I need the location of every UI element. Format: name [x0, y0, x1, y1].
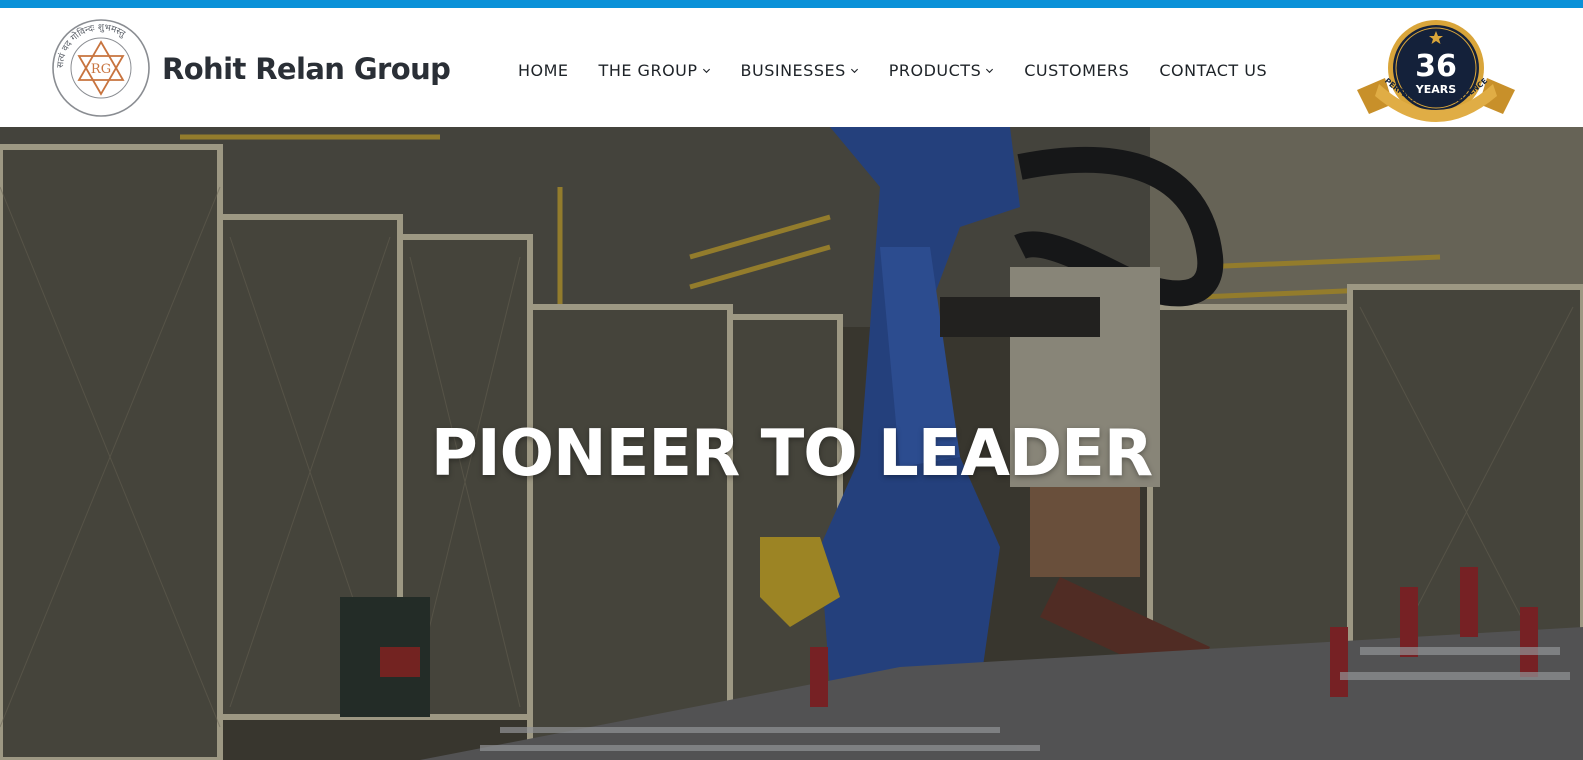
nav-item-contact-us[interactable]: CONTACT US: [1159, 61, 1267, 80]
nav-item-label: PRODUCTS: [888, 60, 982, 80]
badge-number: 36: [1415, 49, 1457, 84]
main-nav: HOME THE GROUP BUSINESSES PRODUCTS CUSTO…: [518, 58, 1267, 82]
top-accent-bar: [0, 0, 1583, 8]
nav-item-label: THE GROUP: [598, 60, 698, 80]
group-logo-seal[interactable]: सत्यं वद गोविन्दः शुभमस्तु RG: [51, 18, 151, 118]
brand-name[interactable]: Rohit Relan Group: [162, 52, 451, 86]
chevron-down-icon: [702, 68, 710, 73]
nav-item-products[interactable]: PRODUCTS: [889, 61, 995, 80]
chevron-down-icon: [986, 68, 994, 73]
nav-item-label: HOME: [518, 60, 569, 80]
chevron-down-icon: [850, 68, 858, 73]
nav-item-the-group[interactable]: THE GROUP: [599, 61, 711, 80]
nav-item-label: CONTACT US: [1159, 60, 1268, 80]
nav-item-label: BUSINESSES: [740, 60, 846, 80]
anniversary-badge: 36 YEARS PERFECTION & EXCELLENCE: [1357, 20, 1515, 122]
nav-item-label: CUSTOMERS: [1024, 60, 1130, 80]
nav-item-home[interactable]: HOME: [518, 61, 569, 80]
site-header: सत्यं वद गोविन्दः शुभमस्तु RG Rohit Rela…: [0, 8, 1583, 127]
logo-monogram: RG: [91, 62, 111, 77]
badge-unit: YEARS: [1415, 83, 1456, 96]
nav-item-businesses[interactable]: BUSINESSES: [741, 61, 859, 80]
hero-banner: PIONEER TO LEADER: [0, 127, 1583, 760]
hero-title: PIONEER TO LEADER: [430, 417, 1153, 491]
nav-item-customers[interactable]: CUSTOMERS: [1024, 61, 1129, 80]
